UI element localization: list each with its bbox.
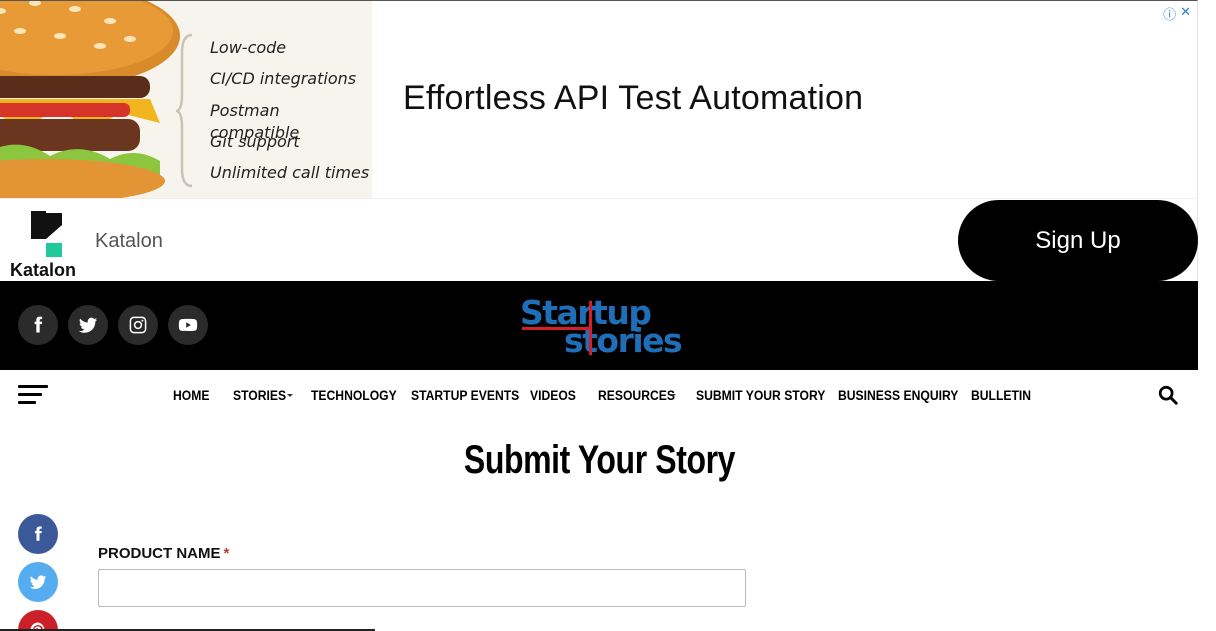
nav-item-label: HOME (173, 388, 210, 403)
youtube-icon[interactable] (168, 305, 208, 345)
chevron-down-icon (287, 394, 293, 397)
product-name-input[interactable] (98, 569, 746, 607)
main-nav: HOME STORIES TECHNOLOGY STARTUP EVENTS V… (0, 370, 1198, 422)
share-rail (18, 514, 58, 631)
nav-item-bulletin[interactable]: BULLETIN (971, 387, 1038, 405)
facebook-icon[interactable] (18, 514, 58, 554)
instagram-icon[interactable] (118, 305, 158, 345)
site-header: Startup stories (0, 281, 1198, 370)
search-icon[interactable] (1157, 384, 1179, 406)
logo-accent-stem (589, 301, 592, 355)
facebook-icon[interactable] (18, 305, 58, 345)
nav-item-videos[interactable]: VIDEOS (530, 387, 581, 405)
ad-feature-item: Postman compatible (210, 100, 300, 142)
ad-headline[interactable]: Effortless API Test Automation (403, 79, 863, 118)
header-social-links (18, 305, 208, 345)
pinterest-icon[interactable] (18, 610, 58, 631)
burger-illustration (0, 1, 180, 198)
nav-item-label: RESOURCES (598, 388, 675, 403)
nav-item-technology[interactable]: TECHNOLOGY (311, 387, 406, 405)
product-name-label-text: PRODUCT NAME (98, 545, 221, 562)
twitter-icon[interactable] (18, 562, 58, 602)
required-marker: * (223, 545, 230, 562)
nav-item-submit-your-story[interactable]: SUBMIT YOUR STORY (696, 387, 840, 405)
ad-advertiser-name[interactable]: Katalon (95, 230, 163, 253)
nav-item-label: VIDEOS (530, 388, 576, 403)
ad-feature-list: Low-code CI/CD integrations Postman comp… (210, 37, 372, 193)
info-icon[interactable]: ⓘ (1163, 4, 1176, 23)
nav-item-stories[interactable]: STORIES (233, 387, 293, 405)
hamburger-menu-icon[interactable] (18, 385, 48, 405)
ad-feature-item: Low-code (210, 38, 287, 57)
logo-accent-bar (522, 327, 592, 330)
ad-image: Low-code CI/CD integrations Postman comp… (0, 1, 372, 198)
close-icon[interactable]: ✕ (1180, 4, 1191, 23)
katalon-logo-word: Katalon (10, 260, 77, 280)
nav-item-label: BULLETIN (971, 388, 1032, 403)
nav-item-home[interactable]: HOME (173, 387, 214, 405)
nav-item-resources[interactable]: RESOURCES (598, 387, 684, 405)
ad-feature-item: Unlimited call times (210, 163, 370, 183)
nav-item-startup-events[interactable]: STARTUP EVENTS (411, 387, 531, 405)
chevron-down-icon (670, 394, 676, 397)
ad-feature-item: CI/CD integrations (210, 69, 357, 89)
twitter-icon[interactable] (68, 305, 108, 345)
site-logo[interactable]: Startup stories (518, 293, 683, 360)
nav-item-business-enquiry[interactable]: BUSINESS ENQUIRY (838, 387, 972, 405)
ad-top-section: Low-code CI/CD integrations Postman comp… (0, 1, 1198, 198)
nav-item-label: SUBMIT YOUR STORY (696, 388, 826, 403)
page-title-text: Submit Your Story (463, 438, 735, 482)
product-name-label: PRODUCT NAME * (98, 545, 229, 562)
sign-up-button[interactable]: Sign Up (958, 200, 1198, 281)
brace-icon (176, 33, 193, 188)
nav-item-label: TECHNOLOGY (311, 388, 397, 403)
nav-item-label: STORIES (233, 388, 287, 403)
page-title: Submit Your Story (0, 438, 1198, 483)
ad-choices[interactable]: ⓘ ✕ (1163, 4, 1191, 23)
nav-item-label: BUSINESS ENQUIRY (838, 388, 959, 403)
ad-bottom-section: Katalon Katalon Sign Up (0, 198, 1198, 282)
nav-item-label: STARTUP EVENTS (411, 388, 520, 403)
advertisement-banner[interactable]: Low-code CI/CD integrations Postman comp… (0, 0, 1198, 281)
ad-feature-item: Git support (210, 131, 300, 151)
